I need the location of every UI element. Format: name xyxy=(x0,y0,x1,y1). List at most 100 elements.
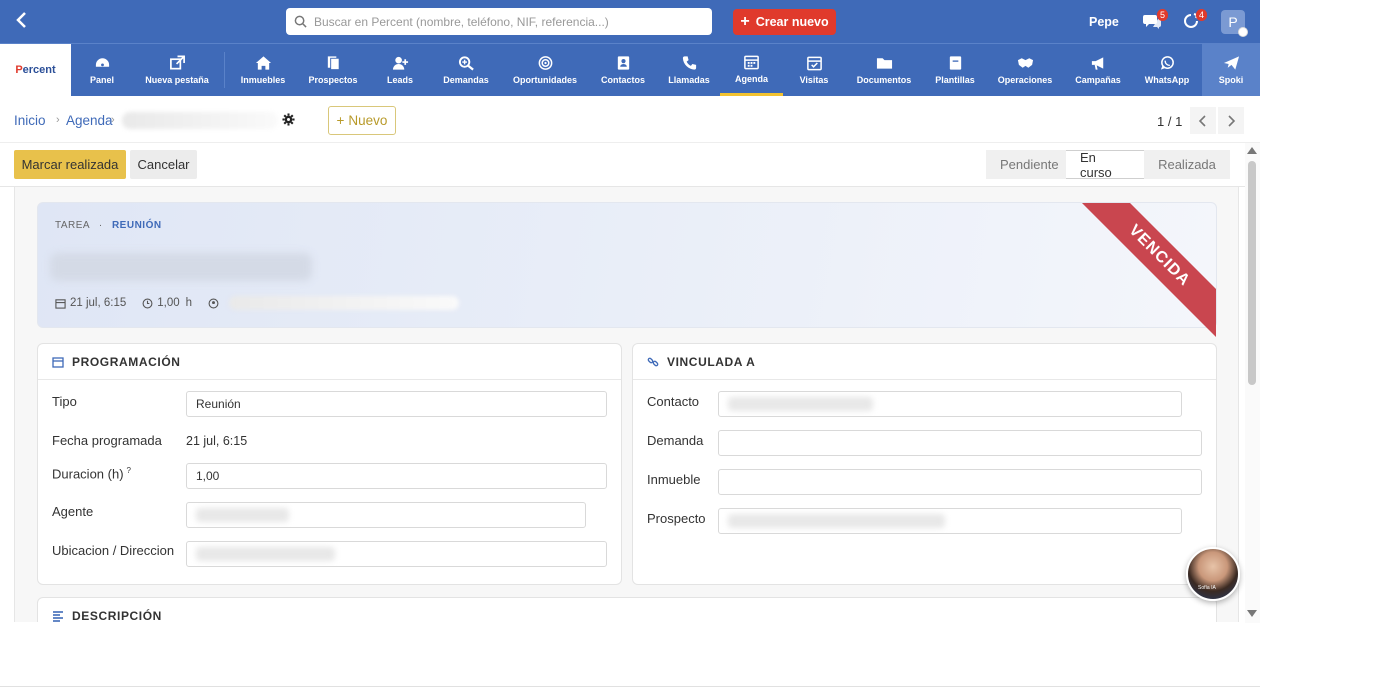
nav-item-documentos[interactable]: Documentos xyxy=(852,44,916,96)
fecha-label: Fecha programada xyxy=(52,433,162,448)
pager-previous-button[interactable] xyxy=(1190,107,1216,134)
nav-item-leads[interactable]: Leads xyxy=(376,44,424,96)
duracion-label: Duracion (h)? xyxy=(52,466,131,482)
nav-item-whatsapp[interactable]: WhatsApp xyxy=(1140,44,1194,96)
demanda-field[interactable] xyxy=(718,430,1202,456)
nav-item-llamadas[interactable]: Llamadas xyxy=(664,44,714,96)
calendar-check-icon xyxy=(52,356,64,368)
calendar-icon xyxy=(744,55,759,69)
gear-icon[interactable] xyxy=(282,113,295,126)
task-title-redacted xyxy=(50,253,312,281)
nav-item-prospectos[interactable]: Prospectos xyxy=(302,44,364,96)
whatsapp-icon xyxy=(1160,56,1174,70)
logo-text: ercent xyxy=(22,64,56,76)
scrollbar-thumb[interactable] xyxy=(1248,161,1256,385)
scroll-up-arrow-icon[interactable] xyxy=(1247,147,1257,154)
breadcrumb-agenda[interactable]: Agenda xyxy=(66,113,113,128)
nav-item-panel[interactable]: Panel xyxy=(76,44,128,96)
search-plus-icon xyxy=(458,56,474,71)
overdue-label: VENCIDA xyxy=(1080,203,1216,339)
inmueble-field[interactable] xyxy=(718,469,1202,495)
task-duration: 1,00 xyxy=(157,297,180,309)
descripcion-title: DESCRIPCIÓN xyxy=(72,609,162,622)
nav-item-demandas[interactable]: Demandas xyxy=(436,44,496,96)
create-new-button[interactable]: + Crear nuevo xyxy=(733,9,836,35)
user-icon xyxy=(208,298,219,308)
breadcrumb-separator: › xyxy=(111,114,115,126)
divider xyxy=(0,686,1260,687)
task-duration-unit: h xyxy=(185,297,193,309)
nav-item-visitas[interactable]: Visitas xyxy=(792,44,836,96)
ubicacion-field[interactable] xyxy=(186,541,607,567)
nav-item-contactos[interactable]: Contactos xyxy=(596,44,650,96)
prospecto-field[interactable] xyxy=(718,508,1182,534)
breadcrumb-separator: › xyxy=(56,114,60,126)
plus-icon: + xyxy=(336,113,345,128)
contacto-field[interactable] xyxy=(718,391,1182,417)
fecha-value[interactable]: 21 jul, 6:15 xyxy=(186,434,247,448)
overdue-ribbon: VENCIDA xyxy=(1080,203,1216,339)
files-icon xyxy=(327,56,340,71)
agente-field[interactable] xyxy=(186,502,586,528)
vinculada-panel: VINCULADA A Contacto Demanda Inmueble Pr… xyxy=(632,343,1217,585)
status-pipeline: Pendiente En curso Realizada xyxy=(986,150,1230,180)
calendar-check-icon xyxy=(806,56,822,71)
contacto-value-redacted xyxy=(728,397,873,411)
status-step-pendiente[interactable]: Pendiente xyxy=(986,150,1066,179)
template-icon xyxy=(949,56,961,70)
task-tags: TAREA · REUNIÓN xyxy=(55,220,162,231)
form-sheet: TAREA · REUNIÓN 21 jul, 6:15 1,00 h VENC… xyxy=(14,187,1239,622)
prospecto-label: Prospecto xyxy=(647,511,706,526)
home-icon xyxy=(255,56,271,70)
breadcrumb: Inicio › Agenda › + Nuevo 1 / 1 xyxy=(0,97,1260,143)
agente-label: Agente xyxy=(52,504,94,519)
new-record-label: Nuevo xyxy=(348,113,388,128)
new-record-button[interactable]: + Nuevo xyxy=(328,106,396,135)
nav-item-campanas[interactable]: Campañas xyxy=(1072,44,1124,96)
nav-divider xyxy=(224,52,225,88)
status-step-realizada[interactable]: Realizada xyxy=(1144,150,1230,179)
cancel-button[interactable]: Cancelar xyxy=(130,150,197,179)
subtype-tag: REUNIÓN xyxy=(111,220,162,231)
search-input[interactable] xyxy=(314,14,694,29)
status-step-en-curso[interactable]: En curso xyxy=(1066,150,1144,180)
nav-item-spoki[interactable]: Spoki xyxy=(1202,44,1260,96)
nav-item-operaciones[interactable]: Operaciones xyxy=(994,44,1056,96)
mark-done-button[interactable]: Marcar realizada xyxy=(14,150,126,179)
chevron-right-icon xyxy=(1228,114,1236,127)
nav-item-agenda[interactable]: Agenda xyxy=(720,44,783,96)
notification-badge: 4 xyxy=(1196,9,1208,21)
user-avatar[interactable]: P xyxy=(1221,10,1248,37)
status-dot xyxy=(1238,27,1248,37)
global-search[interactable] xyxy=(286,8,712,35)
chat-badge: 5 xyxy=(1157,9,1169,21)
nav-item-oportunidades[interactable]: Oportunidades xyxy=(508,44,582,96)
type-tag: TAREA xyxy=(55,220,90,231)
user-name[interactable]: Pepe xyxy=(1089,15,1119,29)
breadcrumb-home[interactable]: Inicio xyxy=(14,113,46,128)
refresh-notifications-icon[interactable]: 4 xyxy=(1182,9,1208,31)
demanda-label: Demanda xyxy=(647,433,704,448)
nav-item-plantillas[interactable]: Plantillas xyxy=(930,44,980,96)
action-toolbar: Marcar realizada Cancelar Pendiente En c… xyxy=(0,143,1245,187)
align-left-icon xyxy=(53,611,63,622)
calendar-icon xyxy=(55,298,66,309)
duracion-field[interactable]: 1,00 xyxy=(186,463,607,489)
ubicacion-value-redacted xyxy=(196,547,336,561)
external-link-icon xyxy=(169,55,185,70)
vinculada-title: VINCULADA A xyxy=(667,354,756,369)
descripcion-header: DESCRIPCIÓN xyxy=(38,598,1216,622)
pager-next-button[interactable] xyxy=(1218,107,1244,134)
tipo-label: Tipo xyxy=(52,394,77,409)
page-scrollbar[interactable] xyxy=(1245,143,1260,623)
tipo-field[interactable]: Reunión xyxy=(186,391,607,417)
prospecto-value-redacted xyxy=(728,514,946,528)
nav-item-nueva-pestana[interactable]: Nueva pestaña xyxy=(138,44,216,96)
plus-icon: + xyxy=(740,13,750,30)
percent-logo[interactable]: Percent xyxy=(0,44,71,96)
chat-icon[interactable]: 5 xyxy=(1143,9,1169,31)
nav-item-inmuebles[interactable]: Inmuebles xyxy=(236,44,290,96)
assistant-avatar-button[interactable]: Sofía IA xyxy=(1186,547,1240,601)
back-arrow-icon[interactable] xyxy=(12,10,34,32)
scroll-down-arrow-icon[interactable] xyxy=(1247,610,1257,617)
